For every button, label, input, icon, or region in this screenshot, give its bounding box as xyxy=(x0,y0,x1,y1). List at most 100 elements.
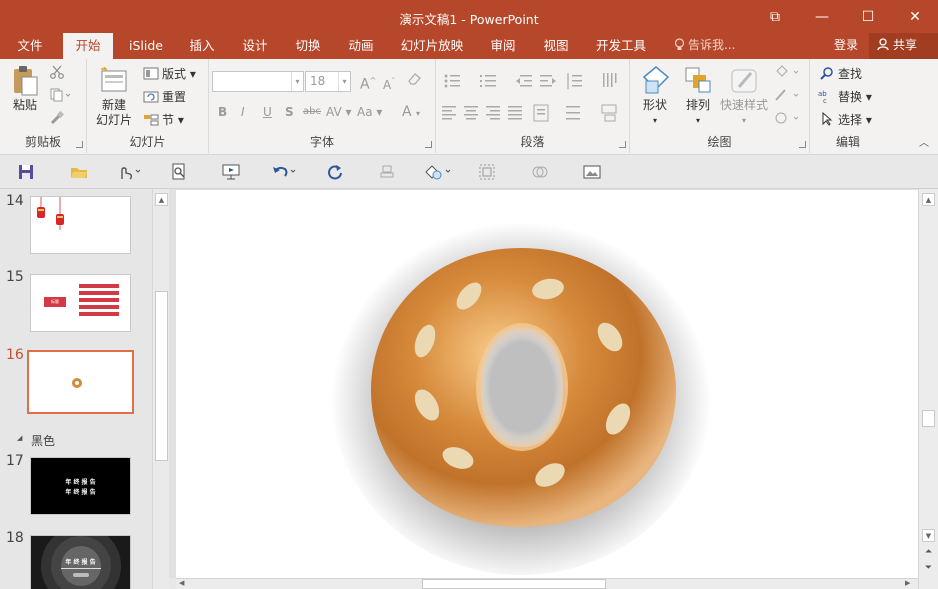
replace-button[interactable]: ab c 替换 ▾ xyxy=(818,87,872,107)
maximize-button[interactable]: ☐ xyxy=(845,0,891,33)
shape-outline-button[interactable] xyxy=(774,88,800,108)
share-button[interactable]: 共享 xyxy=(869,33,938,59)
reset-button[interactable]: 重置 xyxy=(143,87,186,107)
font-size-combobox[interactable]: 18 ▾ xyxy=(305,71,351,92)
font-name-combobox[interactable]: ▾ xyxy=(212,71,304,92)
select-button[interactable]: 选择 ▾ xyxy=(820,110,872,130)
tab-islide[interactable]: iSlide xyxy=(122,33,170,59)
new-slide-button[interactable]: 新建 幻灯片 xyxy=(92,65,136,128)
change-case-button[interactable]: Aa ▾ xyxy=(357,102,382,122)
font-size-dropdown-arrow[interactable]: ▾ xyxy=(338,72,350,91)
search-icon xyxy=(820,67,833,80)
tab-slideshow[interactable]: 幻灯片放映 xyxy=(396,33,468,59)
collapse-ribbon-button[interactable]: ︿ xyxy=(919,134,929,149)
print-preview-icon[interactable] xyxy=(170,163,188,181)
tab-transitions[interactable]: 切换 xyxy=(288,33,328,59)
find-button[interactable]: 查找 xyxy=(820,64,862,84)
previous-slide-button[interactable]: ⏶ xyxy=(922,547,935,560)
shapes-button[interactable]: 形状 ▾ xyxy=(634,65,676,128)
bold-button[interactable]: B xyxy=(218,102,227,122)
slide-thumbnail-15[interactable]: 标题 xyxy=(30,274,131,332)
next-slide-button[interactable]: ⏷ xyxy=(922,563,935,576)
paste-button[interactable]: 粘贴 xyxy=(6,65,44,113)
slide-thumbnail-17[interactable]: 年 终 报 告 年 终 报 告 xyxy=(30,457,131,515)
section-button[interactable]: 节 ▾ xyxy=(143,110,184,130)
copy-button[interactable] xyxy=(50,88,71,108)
italic-button[interactable]: I xyxy=(241,102,245,122)
tab-insert[interactable]: 插入 xyxy=(182,33,222,59)
touch-mode-icon[interactable] xyxy=(116,163,146,181)
strikethrough-button[interactable]: abc xyxy=(303,102,321,122)
tab-review[interactable]: 审阅 xyxy=(483,33,523,59)
thumbnail-scrollbar[interactable]: ▲ xyxy=(152,189,169,589)
shrink-font-button[interactable]: Aˇ xyxy=(383,72,395,92)
tab-home[interactable]: 开始 xyxy=(63,33,113,59)
clipboard-launcher-button[interactable] xyxy=(76,141,83,148)
format-painter-button[interactable] xyxy=(50,110,65,131)
slide-number: 17 xyxy=(6,453,24,469)
scroll-up-arrow[interactable]: ▲ xyxy=(922,193,935,206)
editor-scroll-thumb[interactable] xyxy=(922,410,935,427)
scroll-down-arrow[interactable]: ▼ xyxy=(922,529,935,542)
underline-button[interactable]: U xyxy=(263,102,272,122)
section-name: 黑色 xyxy=(31,434,56,448)
paste-label: 粘贴 xyxy=(12,98,37,112)
character-spacing-button[interactable]: AV ▾ xyxy=(326,102,352,122)
tab-animations[interactable]: 动画 xyxy=(341,33,381,59)
cut-button[interactable] xyxy=(50,65,64,85)
merge-shapes-icon[interactable] xyxy=(531,163,549,181)
change-case-label: Aa xyxy=(357,105,373,119)
group-icon[interactable] xyxy=(478,163,496,181)
tab-file[interactable]: 文件 xyxy=(6,33,54,59)
text-shadow-button[interactable]: S xyxy=(285,102,294,122)
shape-effects-button[interactable] xyxy=(774,111,800,131)
shape-insert-icon[interactable] xyxy=(423,163,455,181)
layout-button[interactable]: 版式 ▾ xyxy=(143,64,196,84)
paragraph-launcher-button[interactable] xyxy=(619,141,626,148)
undo-icon[interactable] xyxy=(270,163,300,181)
slide-thumbnail-14[interactable] xyxy=(30,196,131,254)
editor-horizontal-scrollbar[interactable]: ◀ ▶ xyxy=(176,578,918,589)
save-icon[interactable] xyxy=(17,163,35,181)
font-color-button[interactable]: A ▾ xyxy=(402,102,420,122)
ribbon-tab-bar: 文件 开始 iSlide 插入 设计 切换 动画 幻灯片放映 审阅 视图 开发工… xyxy=(0,33,938,59)
scroll-up-arrow[interactable]: ▲ xyxy=(155,193,168,206)
grow-font-button[interactable]: A^ xyxy=(360,71,376,93)
slide17-title-2: 年 终 报 告 xyxy=(65,489,96,496)
font-name-dropdown-arrow[interactable]: ▾ xyxy=(291,72,303,91)
reset-icon xyxy=(143,91,159,103)
clear-format-button[interactable] xyxy=(407,71,423,91)
paragraph-row2-icons xyxy=(442,104,617,122)
shapes-label: 形状 xyxy=(642,98,667,112)
slide17-title-1: 年 终 报 告 xyxy=(65,479,96,486)
tab-view[interactable]: 视图 xyxy=(536,33,576,59)
slide-thumbnail-16[interactable] xyxy=(27,350,134,414)
open-folder-icon[interactable] xyxy=(70,163,88,181)
thumbnail-scroll-thumb[interactable] xyxy=(155,291,168,461)
quick-access-toolbar xyxy=(0,155,938,189)
quick-styles-button[interactable]: 快速样式 ▾ xyxy=(718,65,770,128)
drawing-launcher-button[interactable] xyxy=(799,141,806,148)
ribbon-display-options-button[interactable]: ⧉ xyxy=(752,0,798,33)
scroll-right-arrow[interactable]: ▶ xyxy=(905,579,915,589)
close-button[interactable]: ✕ xyxy=(892,0,938,33)
arrange-button[interactable]: 排列 ▾ xyxy=(678,65,718,128)
tab-design[interactable]: 设计 xyxy=(235,33,275,59)
stamp-icon[interactable] xyxy=(378,163,396,181)
horizontal-scroll-thumb[interactable] xyxy=(422,579,606,589)
editor-vertical-scrollbar[interactable]: ▲ ▼ ⏶ ⏷ xyxy=(918,189,938,589)
tab-developer[interactable]: 开发工具 xyxy=(590,33,652,59)
paragraph-group-label: 段落 xyxy=(520,135,545,149)
font-launcher-button[interactable] xyxy=(425,141,432,148)
drawing-group-label: 绘图 xyxy=(707,135,732,149)
minimize-button[interactable]: — xyxy=(799,0,845,33)
slideshow-from-start-icon[interactable] xyxy=(222,163,240,181)
picture-icon[interactable] xyxy=(583,163,601,181)
redo-icon[interactable] xyxy=(326,163,344,181)
tell-me-search[interactable]: 告诉我... xyxy=(674,33,735,59)
sign-in-link[interactable]: 登录 xyxy=(834,33,858,59)
slide-thumbnail-18[interactable]: 年 终 报 告 xyxy=(30,535,131,589)
shape-fill-button[interactable] xyxy=(774,65,800,85)
slide-canvas[interactable] xyxy=(176,190,918,578)
scroll-left-arrow[interactable]: ◀ xyxy=(179,579,189,589)
